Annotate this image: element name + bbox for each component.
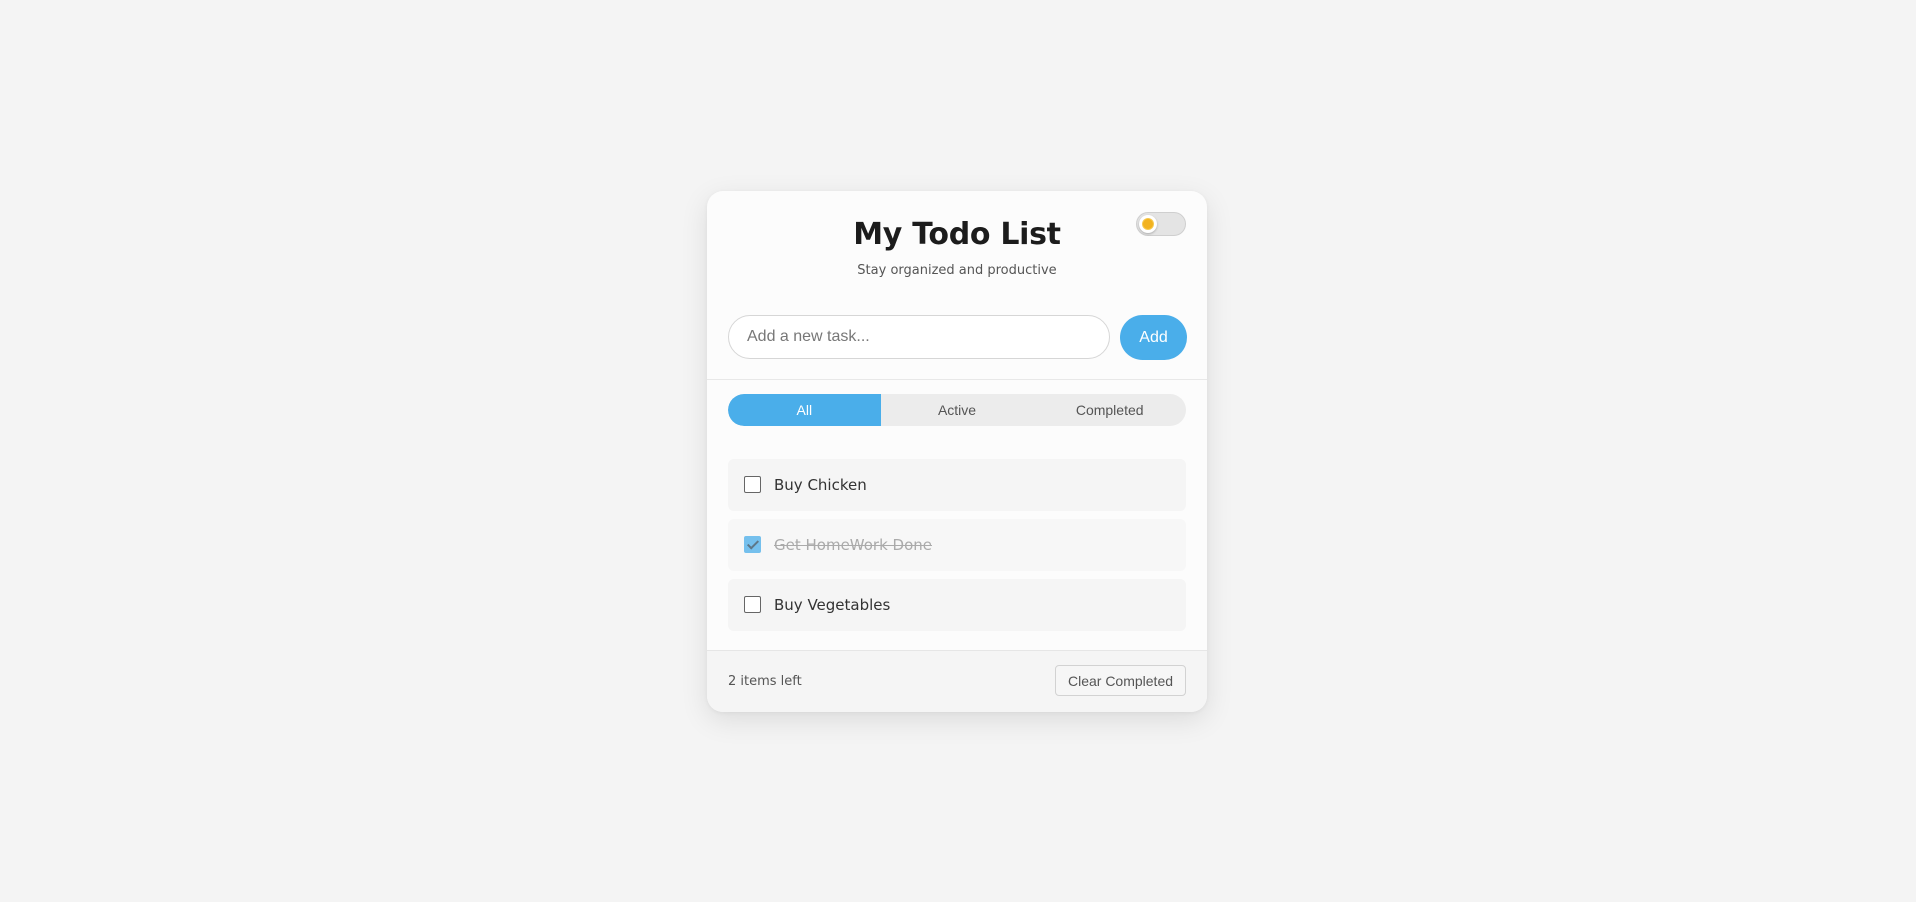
filter-tabs: All Active Completed	[728, 394, 1186, 426]
todo-checkbox[interactable]	[744, 536, 761, 553]
tab-all[interactable]: All	[728, 394, 881, 426]
sun-icon	[1143, 219, 1153, 229]
tab-completed[interactable]: Completed	[1033, 394, 1186, 426]
new-task-input[interactable]	[728, 315, 1110, 359]
tab-active[interactable]: Active	[881, 394, 1034, 426]
todo-card: My Todo List Stay organized and producti…	[707, 191, 1207, 712]
header: My Todo List Stay organized and producti…	[707, 191, 1207, 295]
clear-completed-button[interactable]: Clear Completed	[1055, 665, 1186, 696]
list-item: Get HomeWork Done	[728, 519, 1186, 571]
todo-checkbox[interactable]	[744, 476, 761, 493]
items-left-count: 2 items left	[728, 674, 802, 689]
divider	[707, 379, 1207, 380]
todo-text: Get HomeWork Done	[774, 536, 933, 554]
toggle-knob	[1139, 215, 1157, 233]
page-subtitle: Stay organized and productive	[857, 263, 1057, 278]
todo-text: Buy Vegetables	[774, 596, 891, 614]
todo-checkbox[interactable]	[744, 596, 761, 613]
list-item: Buy Chicken	[728, 459, 1186, 511]
new-task-row: Add	[728, 315, 1187, 361]
list-item: Buy Vegetables	[728, 579, 1186, 631]
todo-text: Buy Chicken	[774, 476, 867, 494]
page-title: My Todo List	[853, 217, 1061, 252]
todo-list: Buy Chicken Get HomeWork Done Buy Vegeta…	[728, 459, 1186, 639]
theme-toggle[interactable]	[1136, 212, 1186, 236]
add-button[interactable]: Add	[1120, 315, 1187, 360]
footer: 2 items left Clear Completed	[707, 650, 1207, 712]
